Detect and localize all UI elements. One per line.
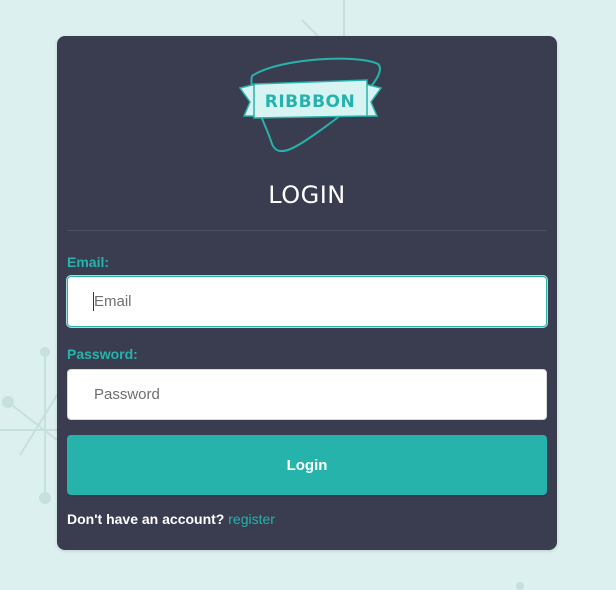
- register-link[interactable]: register: [228, 511, 275, 527]
- email-field[interactable]: [67, 276, 547, 327]
- login-button[interactable]: Login: [67, 435, 547, 495]
- text-caret: [93, 292, 94, 311]
- register-prompt: Don't have an account? register: [67, 511, 275, 527]
- ribbbon-logo: RIBBBON: [238, 57, 383, 153]
- logo-text: RIBBBON: [265, 92, 355, 112]
- register-prompt-text: Don't have an account?: [67, 511, 225, 527]
- password-field[interactable]: [67, 369, 547, 420]
- email-label: Email:: [67, 254, 110, 270]
- page-title: LOGIN: [268, 181, 346, 209]
- login-card: RIBBBON LOGIN Email: Password: Login Don…: [57, 36, 557, 550]
- title-divider: [67, 230, 547, 231]
- password-label: Password:: [67, 346, 138, 362]
